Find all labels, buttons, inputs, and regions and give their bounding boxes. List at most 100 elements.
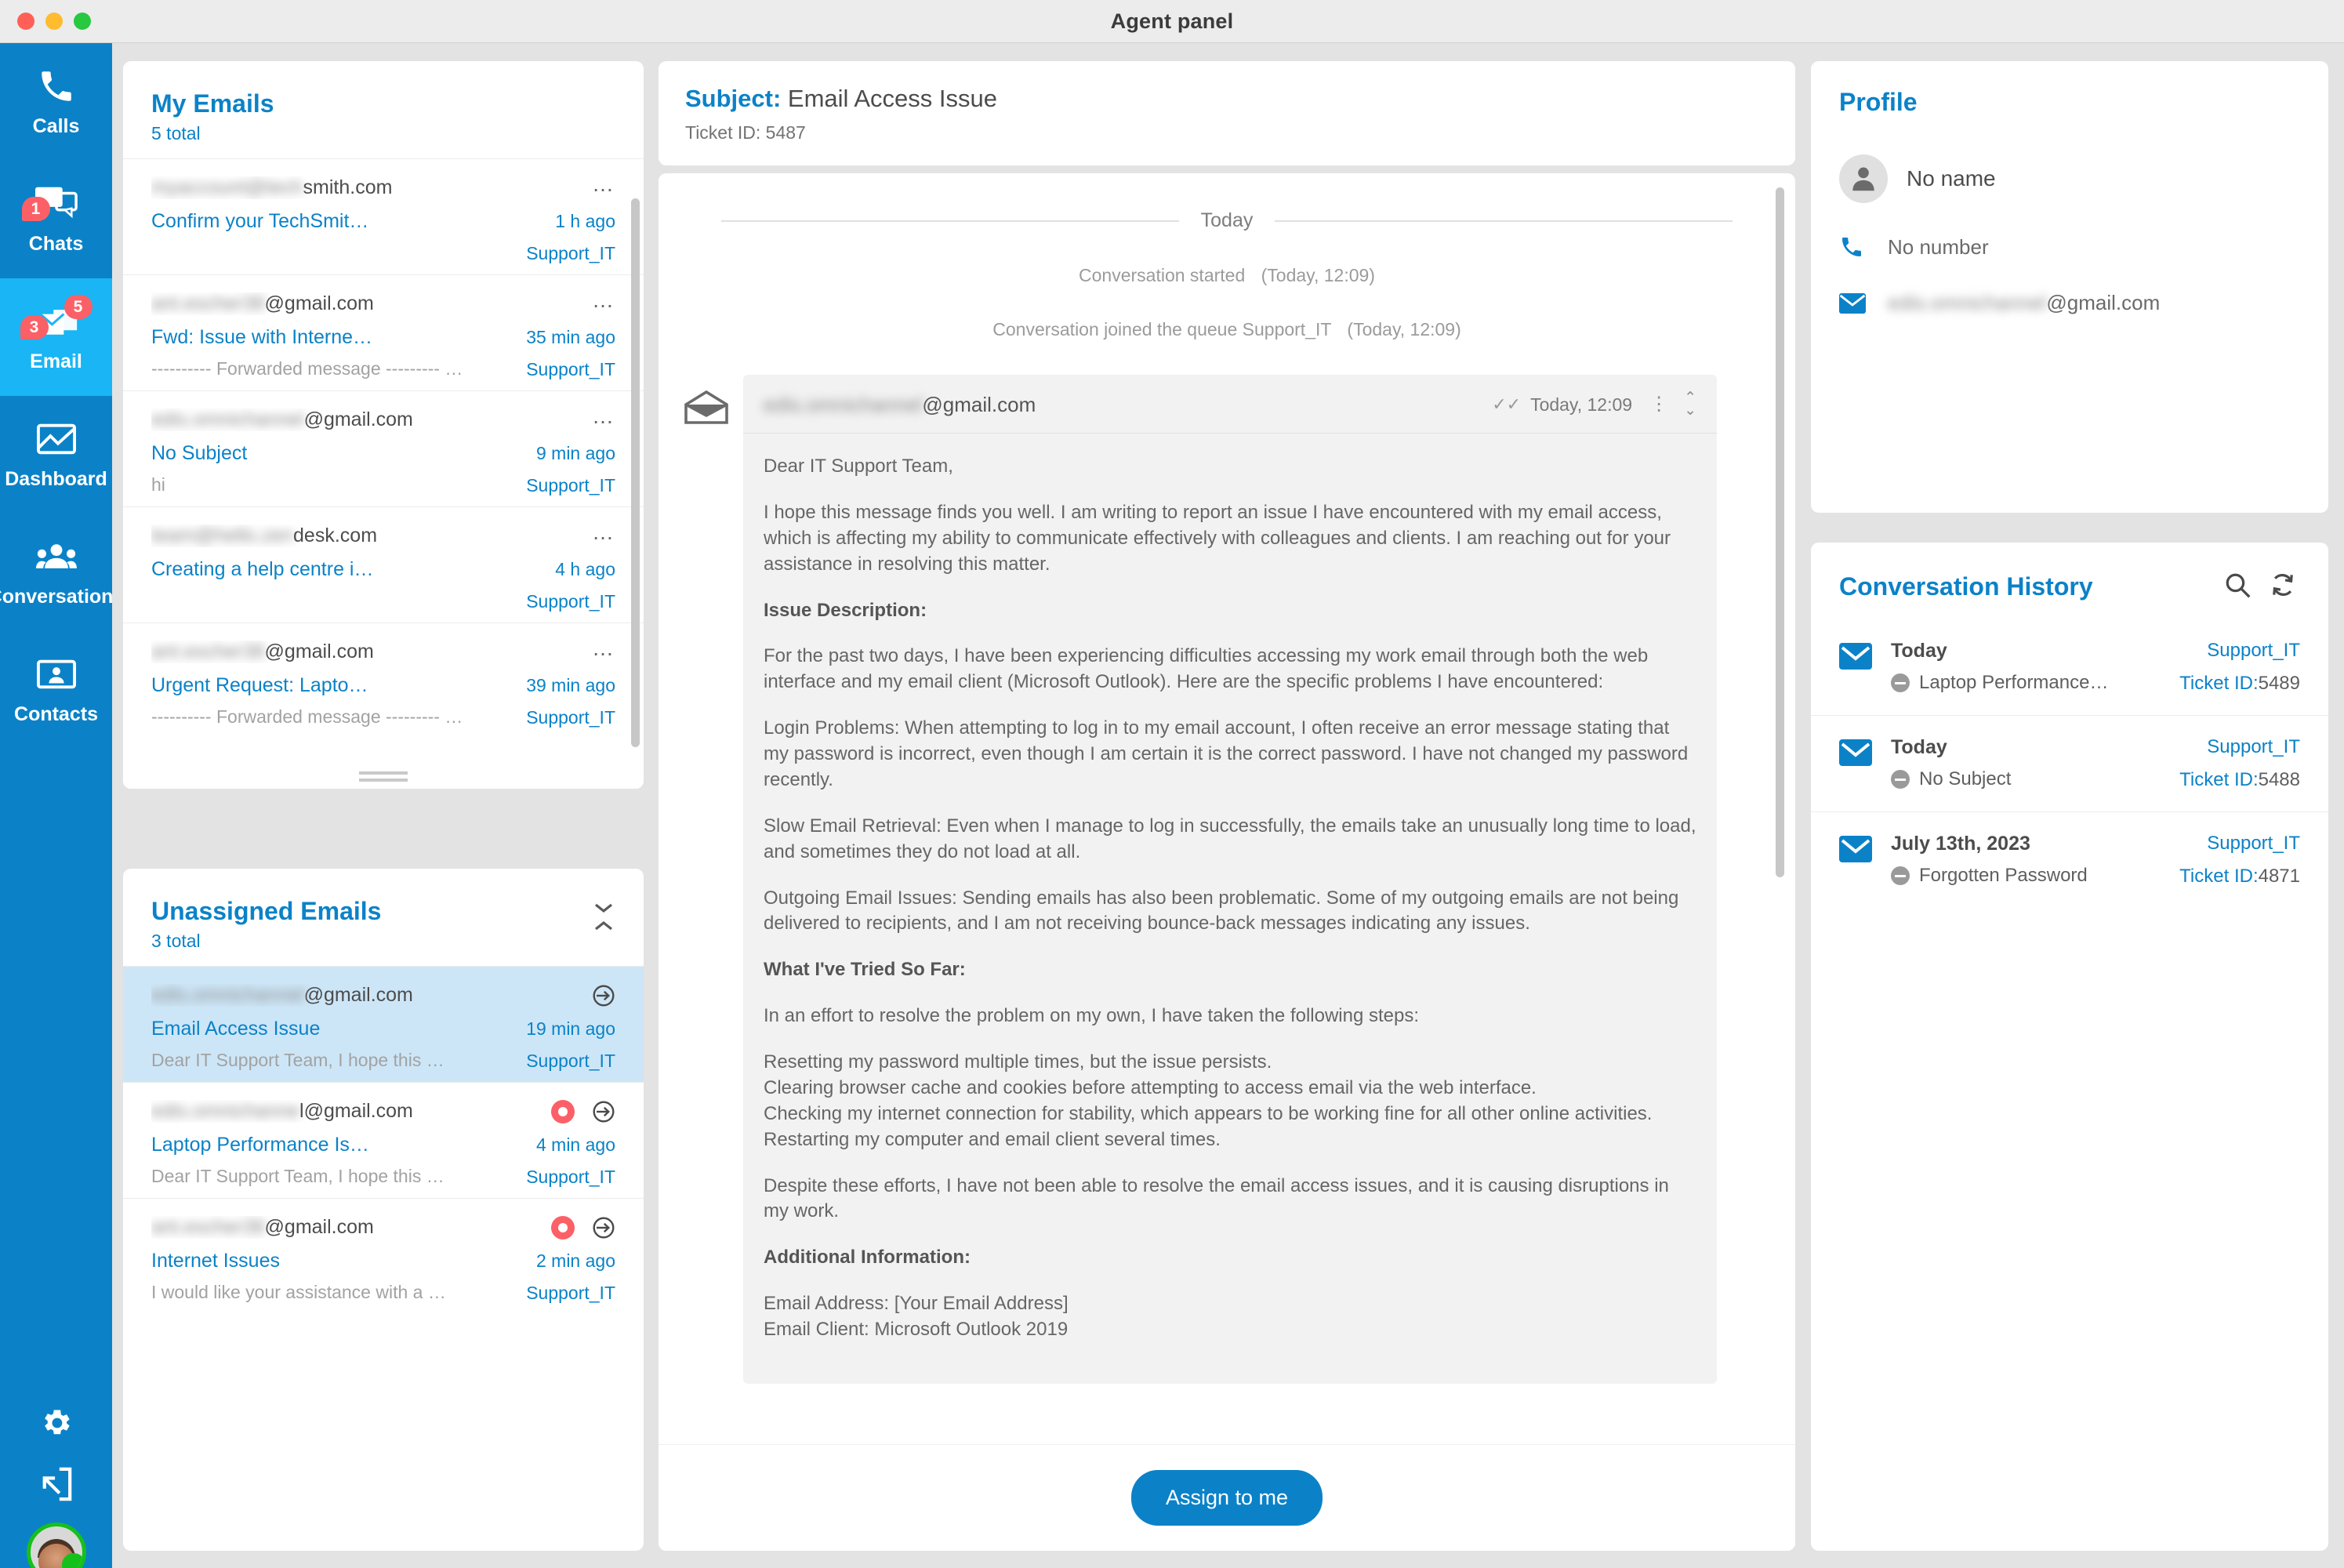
conversation-history-list[interactable]: Today Laptop Performance… Support_IT Ticket… bbox=[1811, 619, 2328, 908]
history-queue: Support_IT bbox=[2207, 833, 2300, 854]
collapse-panel-button[interactable] bbox=[592, 903, 615, 935]
history-subject: No Subject bbox=[1891, 768, 2179, 790]
unassigned-emails-panel: Unassigned Emails 3 total edis.omnichann… bbox=[123, 869, 644, 1551]
logout-button[interactable] bbox=[0, 1455, 112, 1516]
email-queue: Support_IT bbox=[526, 1051, 615, 1071]
profile-email-row: edis.omnichannel@gmail.com bbox=[1839, 291, 2300, 315]
assign-icon[interactable] bbox=[592, 1100, 615, 1123]
history-subject: Laptop Performance… bbox=[1891, 672, 2179, 694]
row-menu-icon[interactable]: … bbox=[592, 637, 615, 659]
history-subject: Forgotten Password bbox=[1891, 865, 2179, 887]
email-sender-blurred: ant.escher38 bbox=[151, 641, 265, 662]
unassigned-emails-header: Unassigned Emails 3 total bbox=[123, 869, 644, 966]
assign-icon[interactable] bbox=[592, 984, 615, 1007]
email-preview: Dear IT Support Team, I hope this … bbox=[151, 1166, 444, 1186]
email-sender-domain: @gmail.com bbox=[264, 292, 374, 314]
search-button[interactable] bbox=[2220, 569, 2255, 604]
sidebar-item-calls[interactable]: Calls bbox=[0, 43, 112, 161]
email-list-item[interactable]: ant.escher38@gmail.com Urgent Request: La… bbox=[123, 622, 644, 739]
email-row-actions bbox=[592, 984, 615, 1007]
system-event-time: (Today, 12:09) bbox=[1347, 319, 1461, 339]
channel-icon bbox=[1891, 673, 1910, 692]
email-sender-domain: @gmail.com bbox=[303, 408, 413, 430]
sidebar-item-email[interactable]: 5 3 Email bbox=[0, 278, 112, 396]
profile-identity: No name bbox=[1839, 154, 2300, 203]
history-ticket: Ticket ID:5489 bbox=[2179, 673, 2300, 694]
unread-indicator bbox=[551, 1216, 575, 1240]
sidebar-item-contacts[interactable]: Contacts bbox=[0, 631, 112, 749]
sidebar-item-conversations[interactable]: Conversations bbox=[0, 514, 112, 631]
open-envelope-icon bbox=[684, 390, 729, 429]
email-row-actions bbox=[551, 1216, 615, 1240]
row-menu-icon[interactable]: … bbox=[592, 173, 615, 195]
profile-email-domain: @gmail.com bbox=[2046, 291, 2161, 314]
email-list-item[interactable]: ant.escher38@gmail.com Internet Issues I w… bbox=[123, 1198, 644, 1314]
history-queue: Support_IT bbox=[2207, 736, 2300, 757]
email-sender: edis.omnichannel@gmail.com bbox=[151, 1100, 615, 1123]
email-list-item[interactable]: myaccount@techsmith.com Confirm your Tech… bbox=[123, 158, 644, 274]
system-event-queue: Conversation joined the queue Support_IT… bbox=[659, 319, 1795, 340]
sidebar-item-chats[interactable]: 1 Chats bbox=[0, 161, 112, 278]
row-menu-icon[interactable]: … bbox=[592, 289, 615, 311]
conversation-scrollbar[interactable] bbox=[1776, 187, 1784, 877]
title-bar: Agent panel bbox=[0, 0, 2344, 43]
email-list-item[interactable]: edis.omnichannel@gmail.com Laptop Perform… bbox=[123, 1082, 644, 1198]
profile-email-value: edis.omnichannel@gmail.com bbox=[1888, 291, 2160, 315]
sidebar-item-dashboard[interactable]: Dashboard bbox=[0, 396, 112, 514]
row-menu-icon[interactable]: … bbox=[592, 405, 615, 427]
row-menu-icon[interactable]: … bbox=[592, 521, 615, 543]
message-block: edis.omnichannel@gmail.com ✓✓ Today, 12:… bbox=[674, 375, 1717, 1384]
message-expand-icon[interactable]: ⌃ ⌄ bbox=[1684, 390, 1696, 418]
email-list-item[interactable]: team@hello.zendesk.com Creating a help ce… bbox=[123, 506, 644, 622]
refresh-button[interactable] bbox=[2266, 569, 2300, 604]
chevron-down-icon bbox=[594, 903, 613, 917]
email-time: 19 min ago bbox=[526, 1018, 615, 1039]
email-meta: 19 min ago Support_IT bbox=[526, 1018, 615, 1072]
conversation-scroll-area[interactable]: Today Conversation started (Today, 12:09… bbox=[659, 173, 1795, 1444]
subject-text: Email Access Issue bbox=[787, 85, 997, 112]
envelope-icon bbox=[1839, 739, 1874, 770]
history-ticket: Ticket ID:5488 bbox=[2179, 769, 2300, 790]
my-emails-list[interactable]: myaccount@techsmith.com Confirm your Tech… bbox=[123, 158, 644, 789]
history-item-main: Today Laptop Performance… bbox=[1891, 640, 2179, 694]
email-meta: 1 h ago Support_IT bbox=[526, 211, 615, 264]
message-menu-icon[interactable]: ⋮ bbox=[1649, 395, 1668, 414]
email-list-item[interactable]: ant.escher38@gmail.com Fwd: Issue with In… bbox=[123, 274, 644, 390]
unassigned-emails-title: Unassigned Emails bbox=[151, 897, 382, 925]
email-queue: Support_IT bbox=[526, 359, 615, 379]
history-ticket-number: 4871 bbox=[2258, 866, 2300, 887]
email-time: 4 min ago bbox=[535, 1134, 615, 1155]
my-emails-count: 5 total bbox=[151, 123, 201, 143]
message-paragraph: Email Address: [Your Email Address] Email… bbox=[764, 1293, 1069, 1340]
email-time: 35 min ago bbox=[526, 327, 615, 347]
email-list-item[interactable]: edis.omnichannel@gmail.com No Subject hi … 9… bbox=[123, 390, 644, 506]
email-time: 4 h ago bbox=[555, 559, 615, 579]
settings-button[interactable] bbox=[0, 1394, 112, 1455]
email-meta: 4 min ago Support_IT bbox=[526, 1134, 615, 1188]
email-badge-primary: 5 bbox=[63, 295, 93, 319]
assign-icon[interactable] bbox=[592, 1216, 615, 1240]
gear-icon bbox=[39, 1406, 74, 1444]
email-subject: Creating a help centre i… bbox=[151, 558, 374, 580]
assign-to-me-button[interactable]: Assign to me bbox=[1130, 1470, 1323, 1526]
email-sender-domain: @gmail.com bbox=[264, 641, 374, 662]
email-preview: ---------- Forwarded message --------- … bbox=[151, 706, 463, 727]
unassigned-emails-list[interactable]: edis.omnichannel@gmail.com Email Access I… bbox=[123, 966, 644, 1551]
email-subject: Fwd: Issue with Interne… bbox=[151, 326, 373, 348]
email-list-item[interactable]: edis.omnichannel@gmail.com Email Access I… bbox=[123, 966, 644, 1082]
history-list-item[interactable]: Today Laptop Performance… Support_IT Ticket… bbox=[1811, 619, 2328, 715]
conversation-ticket-id: Ticket ID: 5487 bbox=[685, 122, 806, 143]
history-ticket-number: 5489 bbox=[2258, 673, 2300, 694]
agent-avatar[interactable] bbox=[26, 1523, 86, 1568]
email-sender-blurred: edis.omnichannel bbox=[151, 408, 304, 430]
email-preview: hi bbox=[151, 474, 165, 495]
email-preview: I would like your assistance with a … bbox=[151, 1282, 446, 1302]
email-sender-blurred: ant.escher38 bbox=[151, 292, 265, 314]
email-sender-domain: @gmail.com bbox=[303, 984, 413, 1006]
history-list-item[interactable]: Today No Subject Support_IT Ticket ID:5488 bbox=[1811, 715, 2328, 811]
my-emails-scrollbar[interactable] bbox=[631, 198, 640, 747]
panel-resize-handle[interactable] bbox=[123, 764, 644, 789]
email-sender: edis.omnichannel@gmail.com bbox=[151, 408, 615, 431]
history-list-item[interactable]: July 13th, 2023 Forgotten Password Support… bbox=[1811, 811, 2328, 908]
conversation-footer: Assign to me bbox=[659, 1444, 1795, 1551]
